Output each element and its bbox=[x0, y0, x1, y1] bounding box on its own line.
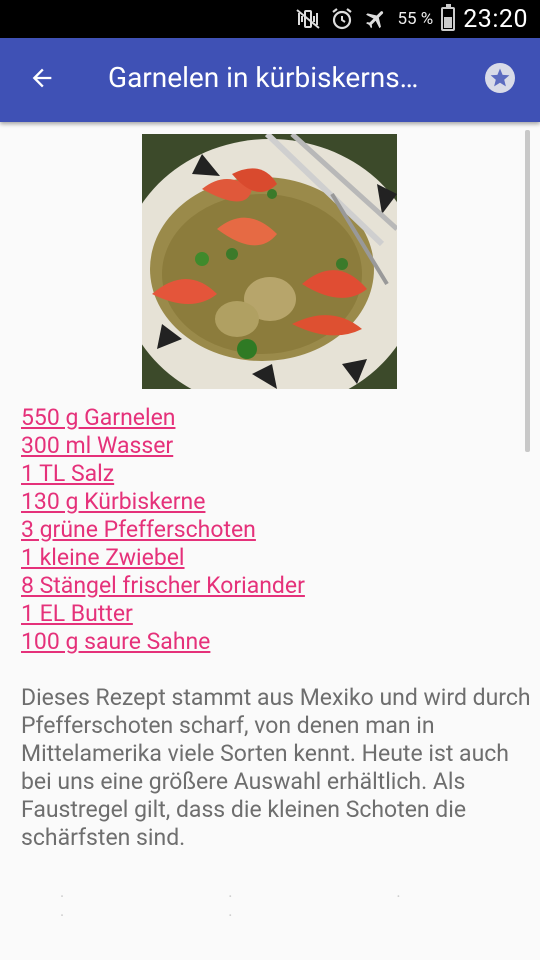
battery-icon bbox=[441, 4, 456, 31]
ingredient-link[interactable]: 3 grüne Pfefferschoten bbox=[21, 516, 256, 543]
ingredient-link[interactable]: 8 Stängel frischer Koriander bbox=[21, 572, 305, 599]
ingredient-item: 300 ml Wasser bbox=[21, 432, 501, 460]
alarm-icon bbox=[329, 6, 355, 32]
ingredient-link[interactable]: 300 ml Wasser bbox=[21, 432, 173, 459]
ingredient-link[interactable]: 1 TL Salz bbox=[21, 460, 114, 487]
ingredient-link[interactable]: 100 g saure Sahne bbox=[21, 628, 210, 655]
recipe-photo bbox=[142, 134, 397, 389]
ingredient-link[interactable]: 1 EL Butter bbox=[21, 600, 133, 627]
airplane-mode-icon bbox=[363, 6, 389, 32]
ingredient-list: 550 g Garnelen 300 ml Wasser 1 TL Salz 130 … bbox=[21, 404, 501, 656]
ingredient-item: 1 TL Salz bbox=[21, 460, 501, 488]
arrow-back-icon bbox=[28, 64, 56, 96]
status-bar: 55 % 23:20 bbox=[0, 0, 540, 38]
clock: 23:20 bbox=[463, 4, 528, 34]
ingredient-item: 100 g saure Sahne bbox=[21, 628, 501, 656]
faded-text-overflow: . . . . . bbox=[60, 882, 481, 920]
favorite-button[interactable] bbox=[482, 62, 518, 98]
ingredient-link[interactable]: 1 kleine Zwiebel bbox=[21, 544, 185, 571]
page-title: Garnelen in kürbiskerns… bbox=[108, 61, 419, 94]
battery-percent: 55 % bbox=[397, 9, 434, 29]
ingredient-item: 550 g Garnelen bbox=[21, 404, 501, 432]
ingredient-item: 1 kleine Zwiebel bbox=[21, 544, 501, 572]
recipe-content[interactable]: 550 g Garnelen 300 ml Wasser 1 TL Salz 130 … bbox=[0, 122, 540, 960]
ingredient-item: 1 EL Butter bbox=[21, 600, 501, 628]
status-icons: 55 % 23:20 bbox=[295, 0, 528, 38]
ingredient-item: 3 grüne Pfefferschoten bbox=[21, 516, 501, 544]
ingredient-link[interactable]: 550 g Garnelen bbox=[21, 404, 175, 431]
mute-vibrate-icon bbox=[295, 6, 321, 32]
back-button[interactable] bbox=[22, 60, 62, 100]
app-bar: Garnelen in kürbiskerns… bbox=[0, 38, 540, 122]
star-icon bbox=[484, 62, 516, 98]
ingredient-item: 130 g Kürbiskerne bbox=[21, 488, 501, 516]
scrollbar[interactable] bbox=[525, 130, 530, 452]
ingredient-link[interactable]: 130 g Kürbiskerne bbox=[21, 488, 205, 515]
ingredient-item: 8 Stängel frischer Koriander bbox=[21, 572, 501, 600]
recipe-description: Dieses Rezept stammt aus Mexiko und wird… bbox=[21, 684, 531, 851]
